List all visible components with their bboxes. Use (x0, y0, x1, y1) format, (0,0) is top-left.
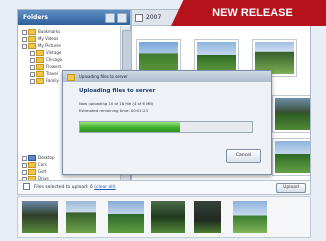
folders-title: Folders (23, 14, 48, 21)
tree-item[interactable]: My Pictures (22, 42, 61, 49)
upload-progress-bar (79, 121, 253, 133)
selected-photo[interactable] (66, 201, 96, 233)
selected-photo[interactable] (151, 201, 185, 233)
selected-photo[interactable] (108, 201, 144, 233)
upload-progress-text: Now uploading 10 of 18 file (4 of 6 MB) (79, 101, 154, 106)
upload-button[interactable]: Upload (276, 183, 306, 193)
remaining-time-text: Estimated remaining time: 00:01:23 (79, 108, 148, 113)
close-pane-button[interactable] (117, 13, 127, 23)
tree-item[interactable]: Golf (22, 168, 46, 175)
tree-item[interactable]: Chicago (30, 56, 62, 63)
tree-item[interactable]: My Videos (22, 35, 58, 42)
folders-header: Folders (18, 10, 130, 25)
view-toggle-button[interactable] (105, 13, 115, 23)
expand-icon[interactable] (30, 71, 35, 77)
new-release-banner: NEW RELEASE (171, 0, 326, 26)
tree-item[interactable]: Travel (30, 70, 58, 77)
expand-icon[interactable] (22, 43, 27, 49)
dialog-titlebar[interactable]: Uploading files to server (63, 71, 271, 82)
tree-item[interactable]: Cars (22, 161, 47, 168)
photo-image (275, 98, 310, 130)
banner-new: NEW (212, 7, 238, 19)
tree-item[interactable]: Desktop (22, 154, 55, 161)
tree-item[interactable]: Flowers (30, 63, 61, 70)
expand-icon[interactable] (22, 155, 27, 161)
photos-folder-title: 2007 (146, 14, 162, 21)
cancel-button[interactable]: Cancel (226, 149, 261, 163)
expand-icon[interactable] (22, 29, 27, 35)
expand-icon[interactable] (22, 36, 27, 42)
selected-files-text: Files selected to upload: 6 (34, 185, 95, 190)
selected-photo[interactable] (233, 201, 267, 233)
banner-release: RELEASE (237, 7, 293, 19)
dialog-heading: Uploading files to server (79, 88, 156, 94)
photo-thumbnail[interactable] (272, 138, 310, 176)
uploader-window: Folders Bookmarks My Videos My Pictures … (0, 0, 326, 241)
tree-item[interactable]: Vintage (30, 49, 61, 56)
folders-header-buttons (105, 13, 127, 23)
progress-fill (80, 122, 180, 132)
dialog-title: Uploading files to server (79, 74, 128, 79)
expand-icon[interactable] (22, 169, 27, 175)
expand-icon[interactable] (22, 162, 27, 168)
photo-thumbnail[interactable] (272, 95, 310, 133)
upload-dialog: Uploading files to server Uploading file… (62, 70, 272, 175)
selected-photo[interactable] (22, 201, 58, 233)
photo-image (275, 141, 310, 173)
expand-icon[interactable] (30, 78, 35, 84)
selected-filmstrip (17, 196, 311, 238)
tree-item[interactable]: Bookmarks (22, 28, 60, 35)
expand-icon[interactable] (30, 50, 35, 56)
tree-item[interactable]: Family (30, 77, 59, 84)
selected-photo[interactable] (194, 201, 221, 233)
clear-all-link[interactable]: (clear all) (94, 185, 115, 190)
expand-icon[interactable] (30, 57, 35, 63)
folder-icon (36, 78, 44, 84)
select-all-checkbox[interactable] (135, 14, 143, 22)
selection-status-bar: Files selected to upload: 6 (clear all) … (17, 180, 311, 195)
expand-icon[interactable] (30, 64, 35, 70)
selected-checkbox[interactable] (23, 183, 30, 190)
app-icon (67, 74, 75, 81)
